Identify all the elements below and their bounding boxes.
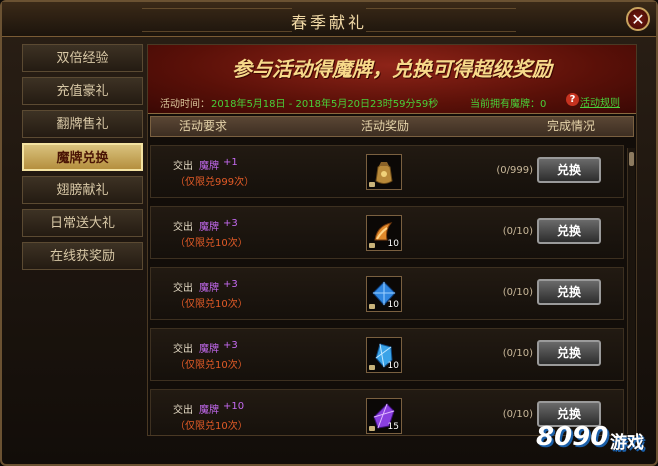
row-item-name: 魔牌	[199, 161, 219, 172]
event-banner: 参与活动得魔牌，兑换可得超级奖励 活动时间： 2018年5月18日 - 2018…	[148, 45, 636, 114]
exchange-row: 交出 魔牌 +3 （仅限兑10次） 10 (0/10) 兑换	[150, 328, 624, 381]
event-rules-link[interactable]: 活动规则	[580, 94, 620, 109]
scroll-thumb[interactable]	[629, 152, 634, 166]
row-item-qty: +1	[223, 157, 238, 168]
row-progress: (0/10)	[502, 348, 533, 359]
help-icon[interactable]: ?	[566, 93, 579, 106]
window-title: 春季献礼	[290, 13, 367, 32]
lock-icon	[369, 182, 375, 187]
row-item-name: 魔牌	[199, 405, 219, 416]
sidebar: 双倍经验 充值豪礼 翻牌售礼 魔牌兑换 翅膀献礼 日常送大礼 在线获奖励	[22, 44, 143, 275]
watermark-text: 游戏	[610, 433, 644, 453]
owned-magic-cards: 当前拥有魔牌：0	[470, 99, 547, 110]
watermark-number: 8090	[536, 422, 609, 452]
row-action-label: 交出	[173, 344, 193, 355]
lock-icon	[369, 365, 375, 370]
column-status: 完成情况	[547, 119, 596, 133]
event-time-label: 活动时间：	[160, 99, 210, 110]
reward-count: 15	[387, 422, 399, 432]
sidebar-item-recharge-gift[interactable]: 充值豪礼	[22, 77, 143, 105]
row-progress: (0/10)	[502, 409, 533, 420]
list-scrollbar[interactable]	[627, 148, 635, 434]
row-action-label: 交出	[173, 283, 193, 294]
sidebar-item-daily-gift[interactable]: 日常送大礼	[22, 209, 143, 237]
exchange-button[interactable]: 兑换	[537, 157, 601, 183]
reward-slot[interactable]: 10	[366, 215, 402, 251]
row-progress: (0/10)	[502, 287, 533, 298]
row-item-qty: +10	[223, 401, 245, 412]
row-action-label: 交出	[173, 222, 193, 233]
reward-slot[interactable]: 10	[366, 276, 402, 312]
row-item-name: 魔牌	[199, 222, 219, 233]
event-window: 春季献礼 ✕ 双倍经验 充值豪礼 翻牌售礼 魔牌兑换 翅膀献礼 日常送大礼 在线…	[0, 0, 658, 466]
row-progress: (0/10)	[502, 226, 533, 237]
row-limit: （仅限兑10次）	[175, 360, 248, 371]
banner-slogan: 参与活动得魔牌，兑换可得超级奖励	[232, 57, 552, 81]
reward-slot[interactable]	[366, 154, 402, 190]
reward-count: 10	[387, 300, 399, 310]
exchange-row: 交出 魔牌 +3 （仅限兑10次） 10 (0/10) 兑换	[150, 267, 624, 320]
event-time-value: 2018年5月18日 - 2018年5月20日23时59分59秒	[211, 99, 439, 110]
reward-slot[interactable]: 10	[366, 337, 402, 373]
sidebar-item-card-flip-sale[interactable]: 翻牌售礼	[22, 110, 143, 138]
row-limit: （仅限兑10次）	[175, 238, 248, 249]
exchange-row: 交出 魔牌 +3 （仅限兑10次） 10 (0/10) 兑换	[150, 206, 624, 259]
exchange-button[interactable]: 兑换	[537, 218, 601, 244]
row-action-label: 交出	[173, 405, 193, 416]
exchange-panel: 参与活动得魔牌，兑换可得超级奖励 活动时间： 2018年5月18日 - 2018…	[147, 44, 637, 436]
row-item-qty: +3	[223, 279, 238, 290]
sidebar-item-double-exp[interactable]: 双倍经验	[22, 44, 143, 72]
row-limit: （仅限兑10次）	[175, 299, 248, 310]
row-item-name: 魔牌	[199, 283, 219, 294]
row-limit: （仅限兑10次）	[175, 421, 248, 432]
exchange-list: 交出 魔牌 +1 （仅限兑999次） (0/999) 兑换 交出 魔牌 +3 （…	[150, 141, 626, 435]
row-progress: (0/999)	[496, 165, 533, 176]
row-action-label: 交出	[173, 161, 193, 172]
column-header: 活动要求 活动奖励 完成情况	[150, 116, 634, 137]
lock-icon	[369, 243, 375, 248]
row-item-name: 魔牌	[199, 344, 219, 355]
exchange-button[interactable]: 兑换	[537, 279, 601, 305]
reward-count: 10	[387, 239, 399, 249]
lock-icon	[369, 304, 375, 309]
row-item-qty: +3	[223, 340, 238, 351]
reward-count: 10	[387, 361, 399, 371]
column-requirement: 活动要求	[179, 119, 228, 133]
exchange-button[interactable]: 兑换	[537, 340, 601, 366]
lock-icon	[369, 426, 375, 431]
sidebar-item-magic-card-exchange[interactable]: 魔牌兑换	[22, 143, 143, 171]
site-watermark-logo: 8090 游戏	[536, 412, 656, 462]
row-item-qty: +3	[223, 218, 238, 229]
exchange-row: 交出 魔牌 +1 （仅限兑999次） (0/999) 兑换	[150, 145, 624, 198]
close-button[interactable]: ✕	[626, 7, 650, 31]
sidebar-item-online-reward[interactable]: 在线获奖励	[22, 242, 143, 270]
sidebar-item-wing-gift[interactable]: 翅膀献礼	[22, 176, 143, 204]
title-bar: 春季献礼 ✕	[2, 2, 656, 37]
row-limit: （仅限兑999次）	[175, 177, 255, 188]
reward-slot[interactable]: 15	[366, 398, 402, 434]
column-reward: 活动奖励	[361, 119, 410, 133]
